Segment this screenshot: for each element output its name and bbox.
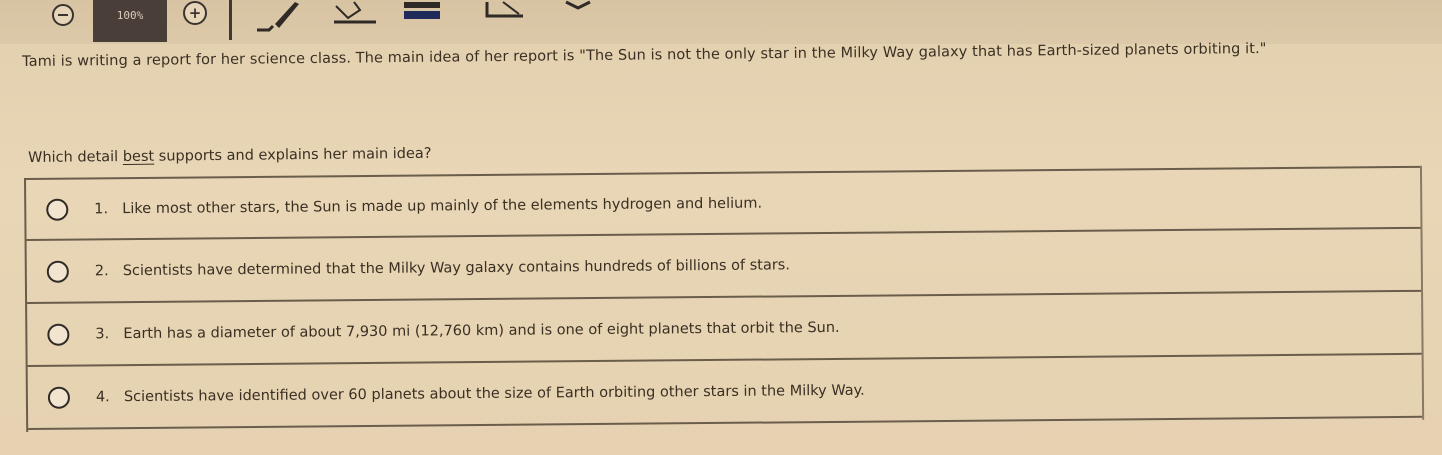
highlighter-icon[interactable] [332,0,378,26]
choice-number: 1. [94,200,109,217]
question-emphasis: best [122,148,155,166]
zoom-level-display: 100% [93,0,167,42]
answer-choices: 1. Like most other stars, the Sun is mad… [24,165,1425,432]
choice-number: 3. [95,325,110,342]
radio-button[interactable] [46,260,69,283]
radio-button[interactable] [47,323,70,346]
choice-text: Like most other stars, the Sun is made u… [122,195,763,217]
choice-number: 2. [94,262,109,279]
line-reader-icon[interactable] [483,0,527,20]
zoom-in-icon[interactable]: + [183,1,207,25]
toolbar: 100% + [0,0,1442,44]
answer-choice-4[interactable]: 4. Scientists have identified over 60 pl… [27,354,1423,430]
choice-number: 4. [95,388,110,405]
radio-button[interactable] [46,198,69,221]
toolbar-divider [229,0,232,40]
choice-text: Earth has a diameter of about 7,930 mi (… [123,319,840,342]
answer-masking-icon[interactable] [402,0,442,22]
zoom-out-icon[interactable] [52,4,74,26]
chevron-icon[interactable] [564,0,592,10]
question-prefix: Which detail [28,149,123,166]
question-suffix: supports and explains her main idea? [154,145,432,165]
radio-button[interactable] [47,386,71,409]
choice-text: Scientists have identified over 60 plane… [123,382,865,405]
pen-icon[interactable] [255,0,299,34]
choice-text: Scientists have determined that the Milk… [122,256,791,279]
question-stem: Which detail best supports and explains … [28,135,1428,166]
